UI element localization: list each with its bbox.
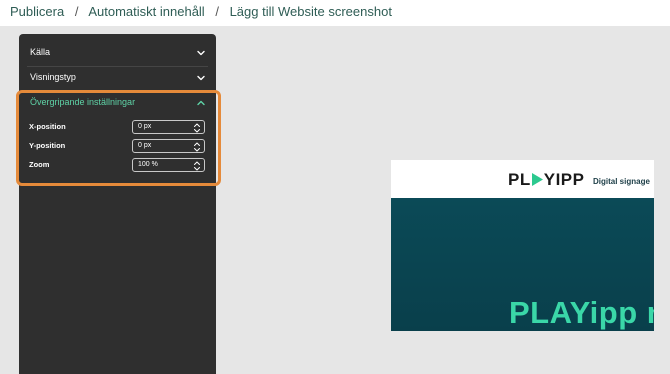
section-visningstyp-label: Visningstyp bbox=[30, 72, 76, 82]
logo-text-start: PL bbox=[508, 170, 531, 189]
section-kalla[interactable]: Källa bbox=[19, 43, 216, 65]
top-bar: Publicera / Automatiskt innehåll / Lägg … bbox=[0, 0, 670, 26]
preview-nav-link: Digital signage bbox=[593, 177, 650, 186]
website-preview: PL YIPP Digital signage PLAYipp m bbox=[391, 160, 654, 331]
chevron-down-icon bbox=[197, 75, 205, 81]
section-visningstyp[interactable]: Visningstyp bbox=[19, 68, 216, 90]
section-kalla-label: Källa bbox=[30, 47, 51, 57]
play-icon bbox=[531, 173, 543, 186]
breadcrumb-item-current: Lägg till Website screenshot bbox=[229, 4, 392, 19]
preview-header: PL YIPP Digital signage bbox=[391, 160, 654, 198]
breadcrumb-item-automatiskt-innehall[interactable]: Automatiskt innehåll bbox=[88, 4, 204, 19]
breadcrumb-separator: / bbox=[215, 4, 219, 19]
breadcrumb: Publicera / Automatiskt innehåll / Lägg … bbox=[10, 4, 392, 19]
breadcrumb-separator: / bbox=[74, 4, 79, 19]
preview-headline: PLAYipp m bbox=[509, 295, 654, 330]
settings-panel: Källa Visningstyp Övergripande inställni… bbox=[19, 34, 216, 374]
breadcrumb-item-publicera[interactable]: Publicera bbox=[10, 4, 64, 19]
divider bbox=[27, 66, 208, 67]
playipp-logo: PL YIPP bbox=[508, 170, 584, 190]
highlight-frame bbox=[16, 90, 221, 186]
logo-text-end: YIPP bbox=[543, 170, 585, 189]
chevron-down-icon bbox=[197, 50, 205, 56]
